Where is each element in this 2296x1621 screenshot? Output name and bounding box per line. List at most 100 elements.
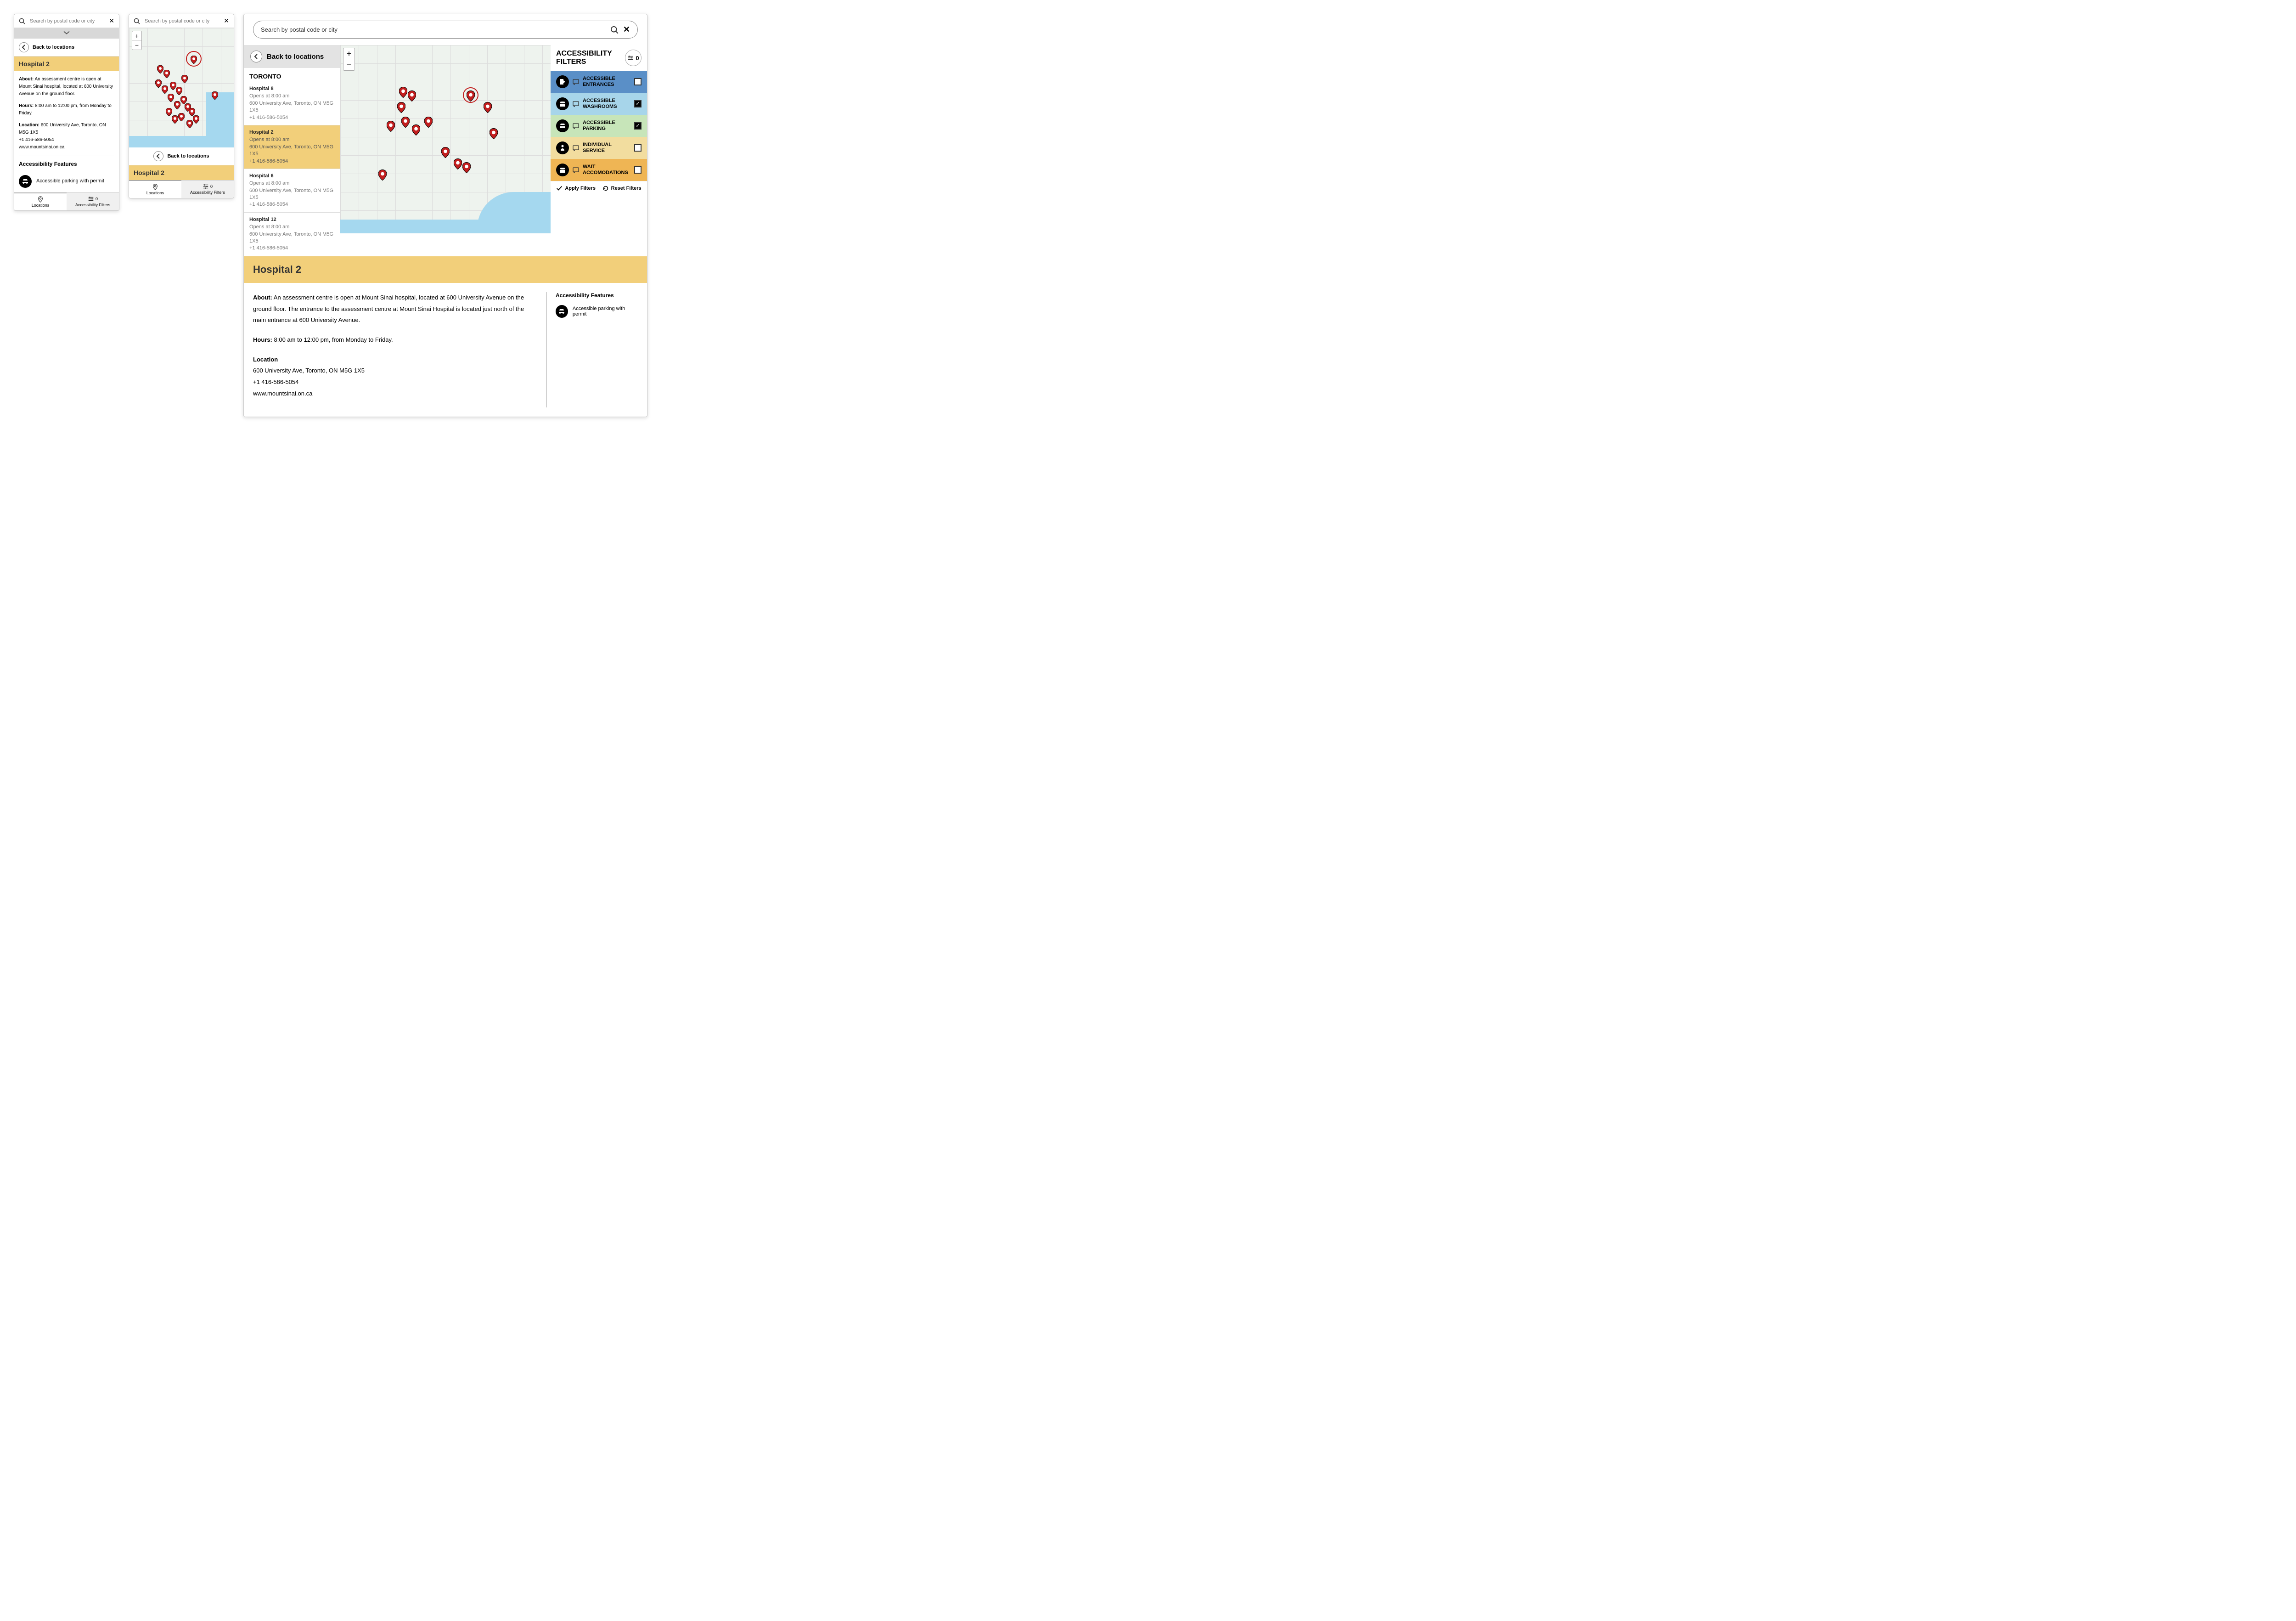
location-opens: Opens at 8:00 am [249,224,334,231]
mobile-detail-view: ✕ Back to locations Hospital 2 About: An… [14,14,119,211]
filter-actions: Apply Filters Reset Filters [551,181,647,195]
phone-text: +1 416-586-5054 [253,378,298,385]
filters-count-badge: 0 [625,50,642,66]
bottom-tabs: Locations 0 Accessibility Filters [14,192,119,210]
zoom-out-button[interactable]: − [132,40,141,50]
location-opens: Opens at 8:00 am [249,136,334,143]
tooltip-icon[interactable] [573,167,579,173]
apply-filters-button[interactable]: Apply Filters [556,185,596,192]
tab-filters[interactable]: 0 Accessibility Filters [181,181,234,198]
chevron-left-icon [21,44,27,51]
filter-icon [556,141,569,154]
website-text: www.mountsinai.on.ca [253,390,312,397]
location-item[interactable]: Hospital 6Opens at 8:00 am600 University… [244,169,340,213]
feature-row: Accessible parking with permit [556,305,638,318]
filter-label: ACCESSIBLE ENTRANCES [583,76,630,88]
tab-locations[interactable]: Locations [14,192,67,210]
reset-filters-button[interactable]: Reset Filters [602,185,642,192]
back-bar: Back to locations [129,147,234,165]
location-address: 600 University Ave, Toronto, ON M5G 1X5 [249,100,334,114]
back-button[interactable] [153,151,163,161]
location-label: Location: [19,123,39,128]
bottom-tabs: Locations 0 Accessibility Filters [129,180,234,198]
city-heading: TORONTO [244,68,340,82]
location-item[interactable]: Hospital 12Opens at 8:00 am600 Universit… [244,213,340,256]
filter-checkbox[interactable] [634,144,642,152]
back-button[interactable] [250,51,262,62]
location-item[interactable]: Hospital 2Opens at 8:00 am600 University… [244,125,340,169]
map-column: + − [340,45,551,233]
filter-icon [556,75,569,88]
collapse-handle[interactable] [14,28,119,39]
search-input[interactable] [143,17,224,25]
filter-row[interactable]: ACCESSIBLE WASHROOMS [551,93,647,115]
clear-search-icon[interactable]: ✕ [224,17,229,25]
filter-checkbox[interactable] [634,78,642,85]
search-placeholder[interactable]: Search by postal code or city [261,26,607,33]
map-canvas[interactable]: + − [129,28,234,147]
tab-filters-label: Accessibility Filters [190,190,225,195]
search-bar: Search by postal code or city ✕ [253,21,638,39]
filter-checkbox[interactable] [634,122,642,130]
filter-checkbox[interactable] [634,100,642,107]
filters-count: 0 [636,55,639,62]
zoom-in-button[interactable]: + [132,31,141,40]
filter-row[interactable]: ACCESSIBLE PARKING [551,115,647,137]
features-heading: Accessibility Features [556,292,638,299]
clear-search-icon[interactable]: ✕ [109,17,114,25]
location-phone: +1 416-586-5054 [249,201,334,208]
back-button[interactable] [19,42,29,52]
filter-icon [556,119,569,132]
search-icon[interactable] [610,26,619,34]
tab-locations[interactable]: Locations [129,180,181,198]
filter-checkbox[interactable] [634,166,642,174]
zoom-out-button[interactable]: − [343,59,355,70]
filter-row[interactable]: INDIVIDUAL SERVICE [551,137,647,159]
zoom-in-button[interactable]: + [343,48,355,59]
mobile-map-view: ✕ + − Back to location [129,14,234,198]
location-name: Hospital 2 [249,129,334,136]
location-opens: Opens at 8:00 am [249,93,334,100]
filter-count: 0 [210,184,213,189]
parking-icon [19,175,32,188]
sliders-icon [203,183,209,190]
reset-icon [602,185,609,192]
location-phone: +1 416-586-5054 [249,158,334,165]
address-text: 600 University Ave, Toronto, ON M5G 1X5 [253,367,365,374]
feature-label: Accessible parking with permit [573,306,638,317]
filter-row[interactable]: ACCESSIBLE ENTRANCES [551,71,647,93]
hours-text: 8:00 am to 12:00 pm, from Monday to Frid… [274,336,393,343]
apply-label: Apply Filters [565,186,596,191]
filter-icon [556,164,569,176]
tooltip-icon[interactable] [573,123,579,129]
location-item[interactable]: Hospital 8Opens at 8:00 am600 University… [244,82,340,125]
filters-header: ACCESSIBILITY FILTERS 0 [551,45,647,71]
search-icon [134,18,140,24]
location-phone: +1 416-586-5054 [249,245,334,252]
back-label: Back to locations [267,53,324,61]
chevron-left-icon [156,153,161,159]
tooltip-icon[interactable] [573,79,579,85]
tooltip-icon[interactable] [573,145,579,151]
location-name: Hospital 6 [249,173,334,180]
filter-row[interactable]: WAIT ACCOMODATIONS [551,159,647,181]
tab-filters[interactable]: 0 Accessibility Filters [67,193,119,210]
desktop-view: Search by postal code or city ✕ Back to … [243,14,647,417]
search-icon [19,18,25,24]
feature-label: Accessible parking with permit [36,177,104,186]
map-zoom-controls: + − [343,48,355,71]
location-detail: About: An assessment centre is open at M… [14,71,119,192]
map-zoom-controls: + − [132,31,142,50]
clear-search-icon[interactable]: ✕ [623,25,630,34]
location-pin-icon [37,196,44,203]
hours-label: Hours: [253,336,272,343]
about-label: About: [253,294,272,301]
search-bar: ✕ [14,14,119,28]
tooltip-icon[interactable] [573,101,579,107]
locations-sidebar: Back to locations TORONTO Hospital 8Open… [244,45,340,256]
map-canvas[interactable]: + − [340,45,551,233]
phone-text: +1 416-586-5054 [19,137,54,142]
back-label: Back to locations [167,153,209,159]
hours-label: Hours: [19,103,34,108]
search-input[interactable] [28,17,109,25]
